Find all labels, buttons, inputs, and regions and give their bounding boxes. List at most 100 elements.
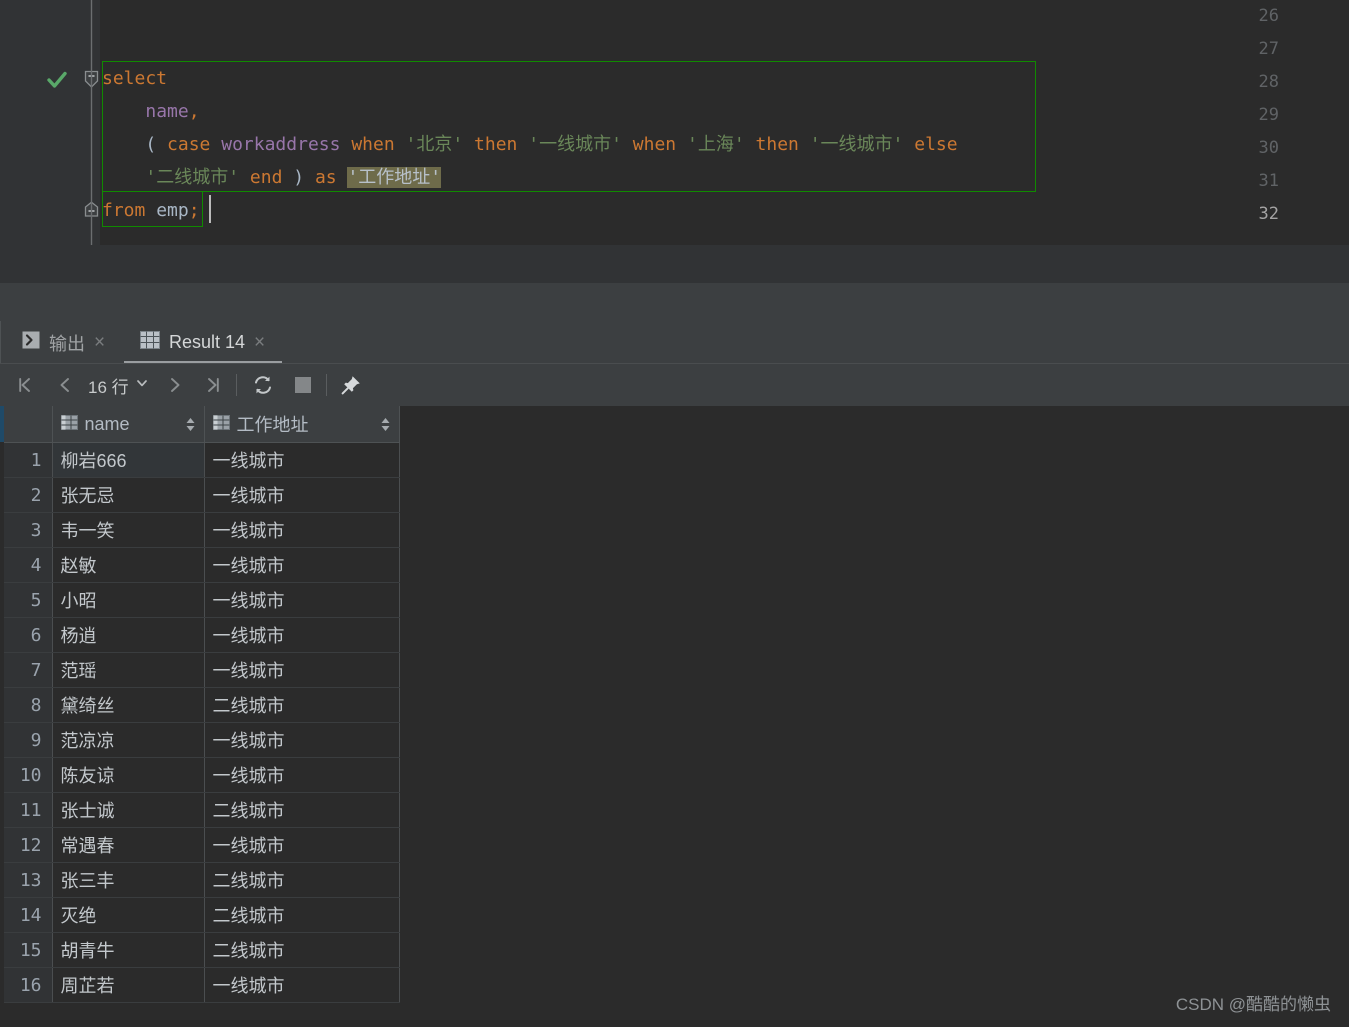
database-console-toolwindow: 输出 × Result 14 × 16 行 name 工作地址 1 柳岩666 … xyxy=(0,283,1349,1027)
cell-name[interactable]: 张无忌 xyxy=(52,477,205,513)
row-number-cell[interactable]: 4 xyxy=(4,547,53,583)
stop-icon[interactable] xyxy=(288,364,318,406)
column-header-name[interactable]: name xyxy=(52,406,205,443)
token-when-1: when xyxy=(351,134,395,155)
table-row[interactable]: 9 范凉凉 一线城市 xyxy=(4,722,400,758)
cell-name[interactable]: 张士诚 xyxy=(52,792,205,828)
row-number-cell[interactable]: 15 xyxy=(4,932,53,968)
column-header-label: 工作地址 xyxy=(236,415,309,435)
sort-indicator-icon[interactable] xyxy=(185,417,196,432)
cell-workaddress[interactable]: 一线城市 xyxy=(204,442,400,478)
code-line-30[interactable]: ( case workaddress when '北京' then '一线城市'… xyxy=(100,128,957,161)
table-row[interactable]: 11 张士诚 二线城市 xyxy=(4,792,400,828)
code-line-31[interactable]: '二线城市' end ) as '工作地址' xyxy=(100,161,442,194)
row-number-cell[interactable]: 7 xyxy=(4,652,53,688)
last-page-icon[interactable] xyxy=(198,364,228,406)
table-row[interactable]: 6 杨逍 一线城市 xyxy=(4,617,400,653)
first-page-icon[interactable] xyxy=(10,364,40,406)
cell-workaddress[interactable]: 一线城市 xyxy=(204,967,400,1003)
table-row[interactable]: 1 柳岩666 一线城市 xyxy=(4,442,400,478)
row-number-cell[interactable]: 5 xyxy=(4,582,53,618)
cell-name[interactable]: 张三丰 xyxy=(52,862,205,898)
token-when-2: when xyxy=(632,134,677,155)
cell-name[interactable]: 范凉凉 xyxy=(52,722,205,758)
next-page-icon[interactable] xyxy=(160,364,190,406)
cell-name[interactable]: 柳岩666 xyxy=(52,442,205,478)
row-number-cell[interactable]: 16 xyxy=(4,967,53,1003)
tab-output[interactable]: 输出 × xyxy=(22,321,105,364)
cell-name[interactable]: 小昭 xyxy=(52,582,205,618)
pin-icon[interactable] xyxy=(336,364,366,406)
cell-name[interactable]: 胡青牛 xyxy=(52,932,205,968)
table-row[interactable]: 7 范瑶 一线城市 xyxy=(4,652,400,688)
cell-workaddress[interactable]: 二线城市 xyxy=(204,687,400,723)
cell-name[interactable]: 赵敏 xyxy=(52,547,205,583)
table-row[interactable]: 4 赵敏 一线城市 xyxy=(4,547,400,583)
cell-name[interactable]: 黛绮丝 xyxy=(52,687,205,723)
cell-workaddress[interactable]: 二线城市 xyxy=(204,897,400,933)
table-body[interactable]: 1 柳岩666 一线城市 2 张无忌 一线城市 3 韦一笑 一线城市 4 赵敏 一线城市 5 小昭 一线城市… xyxy=(4,442,400,1003)
code-line-29[interactable]: name, xyxy=(100,95,199,128)
row-number-cell[interactable]: 12 xyxy=(4,827,53,863)
cell-workaddress[interactable]: 一线城市 xyxy=(204,722,400,758)
table-row[interactable]: 13 张三丰 二线城市 xyxy=(4,862,400,898)
code-line-28[interactable]: select xyxy=(100,62,167,95)
sort-indicator-icon[interactable] xyxy=(380,417,391,432)
cell-name[interactable]: 周芷若 xyxy=(52,967,205,1003)
cell-workaddress[interactable]: 一线城市 xyxy=(204,757,400,793)
check-icon[interactable] xyxy=(46,69,68,91)
cell-workaddress[interactable]: 一线城市 xyxy=(204,617,400,653)
prev-page-icon[interactable] xyxy=(50,364,80,406)
code-line-32[interactable]: from emp; xyxy=(100,194,200,227)
close-icon[interactable]: × xyxy=(94,333,105,352)
table-row[interactable]: 5 小昭 一线城市 xyxy=(4,582,400,618)
column-header-workaddress[interactable]: 工作地址 xyxy=(204,406,400,443)
cell-workaddress[interactable]: 二线城市 xyxy=(204,792,400,828)
row-number-cell[interactable]: 10 xyxy=(4,757,53,793)
row-number-cell[interactable]: 11 xyxy=(4,792,53,828)
row-number-cell[interactable]: 9 xyxy=(4,722,53,758)
table-row[interactable]: 15 胡青牛 二线城市 xyxy=(4,932,400,968)
code-content[interactable]: select name, ( case workaddress when '北京… xyxy=(100,0,1349,245)
cell-workaddress[interactable]: 一线城市 xyxy=(204,582,400,618)
table-row[interactable]: 12 常遇春 一线城市 xyxy=(4,827,400,863)
cell-name[interactable]: 韦一笑 xyxy=(52,512,205,548)
cell-workaddress[interactable]: 二线城市 xyxy=(204,932,400,968)
cell-workaddress[interactable]: 一线城市 xyxy=(204,827,400,863)
cell-name[interactable]: 灭绝 xyxy=(52,897,205,933)
cell-workaddress[interactable]: 一线城市 xyxy=(204,477,400,513)
close-icon[interactable]: × xyxy=(254,333,265,352)
cell-workaddress[interactable]: 一线城市 xyxy=(204,547,400,583)
table-row[interactable]: 2 张无忌 一线城市 xyxy=(4,477,400,513)
result-table[interactable]: name 工作地址 1 柳岩666 一线城市 2 张无忌 一线城市 3 韦一笑 … xyxy=(4,406,400,1003)
cell-name[interactable]: 杨逍 xyxy=(52,617,205,653)
row-number-cell[interactable]: 13 xyxy=(4,862,53,898)
row-number-cell[interactable]: 8 xyxy=(4,687,53,723)
sql-editor[interactable]: 26 27 28 29 30 31 32 select name, (case… xyxy=(0,0,1349,245)
token-as: as xyxy=(314,167,337,188)
refresh-icon[interactable] xyxy=(248,364,278,406)
cell-name[interactable]: 陈友谅 xyxy=(52,757,205,793)
token-then-1: then xyxy=(474,134,518,155)
result-tabbar: 输出 × Result 14 × xyxy=(0,321,1349,364)
result-data-grid[interactable]: name 工作地址 1 柳岩666 一线城市 2 张无忌 一线城市 3 韦一笑 … xyxy=(0,406,1349,1027)
table-row[interactable]: 14 灭绝 二线城市 xyxy=(4,897,400,933)
cell-workaddress[interactable]: 一线城市 xyxy=(204,512,400,548)
row-count-dropdown[interactable]: 16 行 xyxy=(88,364,149,406)
cell-name[interactable]: 常遇春 xyxy=(52,827,205,863)
table-row[interactable]: 10 陈友谅 一线城市 xyxy=(4,757,400,793)
token-workaddress: workaddress xyxy=(221,134,341,155)
row-number-cell[interactable]: 14 xyxy=(4,897,53,933)
row-number-cell[interactable]: 6 xyxy=(4,617,53,653)
row-number-header[interactable] xyxy=(4,406,53,443)
row-number-cell[interactable]: 3 xyxy=(4,512,53,548)
cell-workaddress[interactable]: 一线城市 xyxy=(204,652,400,688)
table-row[interactable]: 16 周芷若 一线城市 xyxy=(4,967,400,1003)
cell-workaddress[interactable]: 二线城市 xyxy=(204,862,400,898)
tab-result-14[interactable]: Result 14 × xyxy=(140,321,265,364)
row-number-cell[interactable]: 1 xyxy=(4,442,53,478)
cell-name[interactable]: 范瑶 xyxy=(52,652,205,688)
table-row[interactable]: 3 韦一笑 一线城市 xyxy=(4,512,400,548)
table-row[interactable]: 8 黛绮丝 二线城市 xyxy=(4,687,400,723)
row-number-cell[interactable]: 2 xyxy=(4,477,53,513)
